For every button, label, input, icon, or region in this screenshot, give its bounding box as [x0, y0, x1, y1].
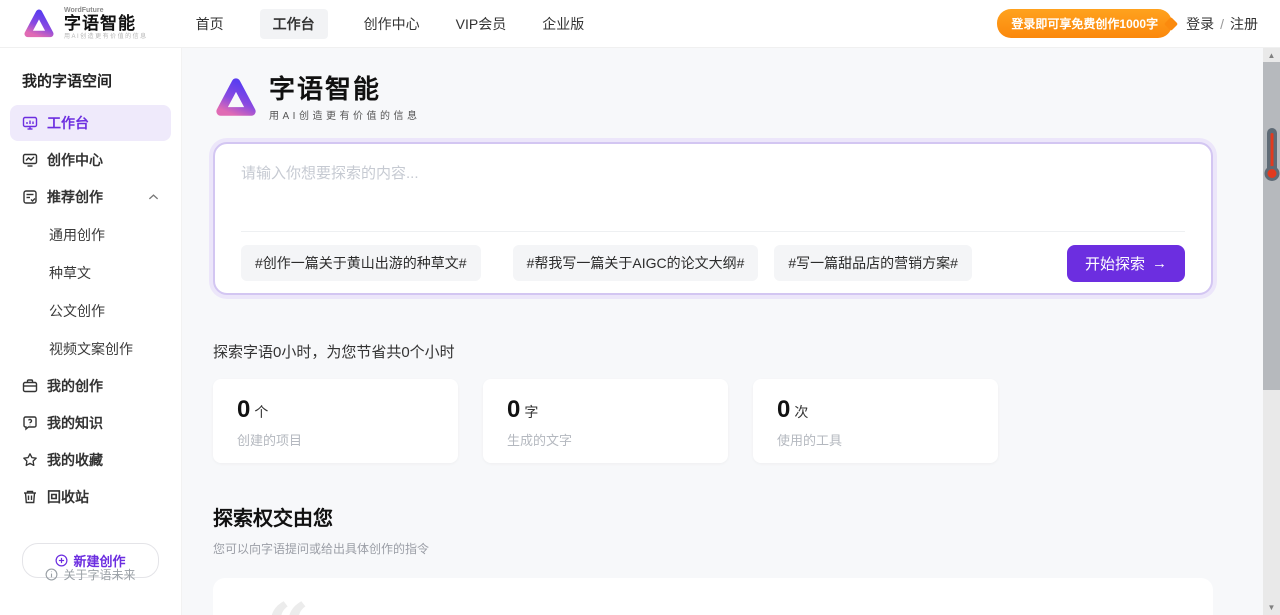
sidebar-item-label: 我的创作: [47, 376, 103, 396]
brand-wordmark: WordFuture: [64, 7, 148, 14]
scroll-up-icon[interactable]: ▲: [1263, 51, 1280, 60]
sidebar-item-my-knowledge[interactable]: 我的知识: [10, 405, 171, 441]
login-separator: /: [1220, 16, 1224, 32]
sidebar-subitem-general[interactable]: 通用创作: [10, 216, 171, 254]
sidebar-item-label: 工作台: [47, 113, 89, 133]
nav-item-creation-center[interactable]: 创作中心: [364, 9, 420, 39]
briefcase-icon: [22, 378, 38, 394]
sidebar-item-my-creations[interactable]: 我的创作: [10, 368, 171, 404]
search-divider: [241, 231, 1185, 232]
stat-unit: 字: [524, 404, 538, 420]
stat-unit: 次: [794, 404, 808, 420]
prompt-chip-huangshan[interactable]: #创作一篇关于黄山出游的种草文#: [241, 245, 481, 281]
sidebar-item-label: 回收站: [47, 487, 89, 507]
nav-item-workbench[interactable]: 工作台: [260, 9, 328, 39]
stat-value: 0: [237, 396, 250, 423]
monitor-icon: [22, 115, 38, 131]
question-bubble-icon: [22, 415, 38, 431]
nav-item-vip[interactable]: VIP会员: [456, 9, 507, 39]
sidebar-item-label: 我的收藏: [47, 450, 103, 470]
sidebar-item-creation-center[interactable]: 创作中心: [10, 142, 171, 178]
sidebar-title: 我的字语空间: [22, 70, 159, 91]
scroll-down-icon[interactable]: ▼: [1263, 603, 1280, 612]
sidebar-item-label: 推荐创作: [47, 187, 103, 207]
stat-card-words: 0字 生成的文字: [483, 379, 728, 463]
prompt-chip-aigc[interactable]: #帮我写一篇关于AIGC的论文大纲#: [513, 245, 759, 281]
nav-item-enterprise[interactable]: 企业版: [542, 9, 584, 39]
arrow-right-icon: →: [1152, 255, 1167, 272]
sidebar-item-workbench[interactable]: 工作台: [10, 105, 171, 141]
sidebar-item-label: 我的知识: [47, 413, 103, 433]
hero-brand: 字语智能 用AI创造更有价值的信息: [213, 75, 1263, 122]
trash-icon: [22, 489, 38, 505]
hero-tagline: 用AI创造更有价值的信息: [269, 107, 420, 122]
stat-unit: 个: [254, 404, 268, 420]
scrollbar-thumb[interactable]: [1263, 62, 1280, 390]
about-label: 关于字语未来: [63, 566, 135, 583]
chevron-up-icon[interactable]: [148, 193, 159, 201]
sidebar-subitem-official[interactable]: 公文创作: [10, 292, 171, 330]
sidebar-item-label: 创作中心: [47, 150, 103, 170]
promo-badge[interactable]: 登录即可享免费创作1000字: [997, 9, 1172, 38]
stat-card-projects: 0个 创建的项目: [213, 379, 458, 463]
start-explore-label: 开始探索: [1085, 253, 1145, 274]
nav-item-home[interactable]: 首页: [196, 9, 224, 39]
stat-label: 使用的工具: [777, 430, 974, 449]
sidebar-item-recycle-bin[interactable]: 回收站: [10, 479, 171, 515]
brand-subtitle: 用AI创造更有价值的信息: [64, 34, 148, 40]
search-input[interactable]: [241, 162, 1185, 222]
stat-card-tools: 0次 使用的工具: [753, 379, 998, 463]
login-link[interactable]: 登录: [1186, 14, 1214, 34]
about-link[interactable]: 关于字语未来: [0, 566, 181, 583]
main-nav: 首页 工作台 创作中心 VIP会员 企业版: [196, 9, 585, 39]
main-content: 字语智能 用AI创造更有价值的信息 #创作一篇关于黄山出游的种草文# #帮我写一…: [182, 48, 1263, 615]
explore-section-title: 探索权交由您: [213, 502, 1263, 531]
top-navbar: WordFuture 字语智能 用AI创造更有价值的信息 首页 工作台 创作中心…: [0, 0, 1280, 48]
sidebar: 我的字语空间 工作台 创作中心 推荐创作 通用创作 种草文 公文创作 视频文案创…: [0, 48, 182, 615]
start-explore-button[interactable]: 开始探索 →: [1067, 245, 1185, 282]
sidebar-item-recommended[interactable]: 推荐创作: [10, 179, 171, 215]
sidebar-subitem-seeding[interactable]: 种草文: [10, 254, 171, 292]
hero-brand-name: 字语智能: [269, 75, 420, 104]
brand-logo[interactable]: WordFuture 字语智能 用AI创造更有价值的信息: [22, 7, 148, 41]
example-prompts-card: “ 字语智能是什么? 嘿，帮我创作一篇北京出游攻略: [213, 578, 1213, 615]
search-card: #创作一篇关于黄山出游的种草文# #帮我写一篇关于AIGC的论文大纲# #写一篇…: [213, 142, 1213, 295]
stat-label: 生成的文字: [507, 430, 704, 449]
quote-icon: “: [265, 594, 310, 615]
panel-check-icon: [22, 189, 38, 205]
register-link[interactable]: 注册: [1230, 14, 1258, 34]
brand-triangle-icon: [22, 7, 56, 41]
stat-value: 0: [777, 396, 790, 423]
hero-triangle-icon: [213, 75, 259, 121]
stat-value: 0: [507, 396, 520, 423]
stat-label: 创建的项目: [237, 430, 434, 449]
stats-summary: 探索字语0小时，为您节省共0个小时: [213, 341, 1263, 362]
star-icon: [22, 452, 38, 468]
explore-section-subtitle: 您可以向字语提问或给出具体创作的指令: [213, 540, 1263, 557]
brand-name: 字语智能: [64, 15, 148, 32]
thermometer-icon: [1267, 128, 1277, 174]
sidebar-subitem-video-copy[interactable]: 视频文案创作: [10, 330, 171, 368]
sidebar-item-my-favorites[interactable]: 我的收藏: [10, 442, 171, 478]
vertical-scrollbar[interactable]: ▲ ▼: [1263, 48, 1280, 615]
monitor-chart-icon: [22, 152, 38, 168]
info-circle-icon: [45, 568, 58, 581]
prompt-chip-dessert[interactable]: #写一篇甜品店的营销方案#: [774, 245, 972, 281]
